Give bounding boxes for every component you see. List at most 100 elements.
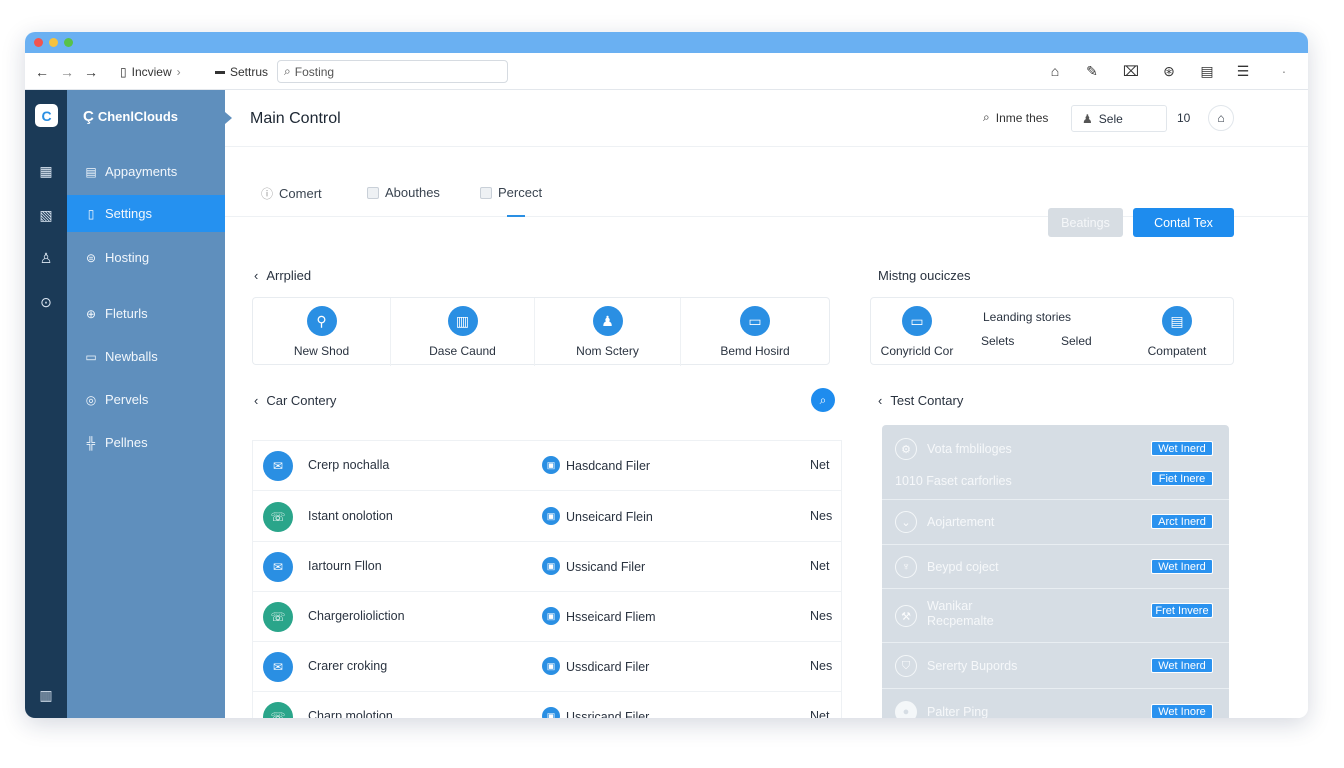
row-file-label: Ussdicard Filer [566, 660, 650, 674]
table-row[interactable]: ✉ Iartourn Fllon ▣ Ussicand Filer Net [253, 542, 841, 592]
image-icon: ▣ [542, 557, 560, 575]
sidebar-item-settings[interactable]: ▯ Settings [67, 195, 225, 232]
list-item[interactable]: ⌄ Aojartement Arct Inerd [882, 500, 1229, 545]
row-file-label: Ussicand Filer [566, 560, 646, 574]
search-icon[interactable]: ⊙ [37, 293, 55, 311]
collapse-arrow-icon[interactable] [225, 112, 232, 124]
image-icon: ▣ [542, 456, 560, 474]
sidebar-item-newballs[interactable]: ▭ Newballs [67, 338, 225, 375]
minimize-dot-icon[interactable] [49, 38, 58, 47]
more-icon[interactable]: · [1275, 62, 1293, 80]
table-row[interactable]: ✉ Crerp nochalla ▣ Hasdcand Filer Net [253, 441, 841, 491]
list-item[interactable]: ● Palter Ping Wet Inore [882, 689, 1229, 718]
sidebar-item-fleturls[interactable]: ⊕ Fleturls [67, 295, 225, 332]
tab-percect[interactable]: Percect [480, 185, 542, 200]
chat-icon: ✉ [263, 451, 293, 481]
columns-icon: ▥ [447, 306, 478, 336]
section-title: Test Contary [890, 393, 964, 408]
sidebar-item-label: Appayments [105, 164, 178, 179]
user-selector[interactable]: ♟ Sele [1071, 105, 1167, 132]
table-row[interactable]: ☏ Charp molotion ▣ Ussricand Filer Net [253, 692, 841, 718]
item-title: Vota fmbliloges [927, 442, 1012, 456]
image-icon[interactable]: ▧ [37, 206, 55, 224]
table-row[interactable]: ✉ Crarer croking ▣ Ussdicard Filer Nes [253, 642, 841, 692]
item-badge[interactable]: Wet Inerd [1151, 441, 1213, 456]
checkbox[interactable] [480, 186, 492, 199]
user-icon[interactable]: ♙ [37, 249, 55, 267]
item-badge[interactable]: Wet Inore [1151, 704, 1213, 718]
row-name: Chargerolioliction [308, 609, 405, 623]
grid-icon: ╬ [86, 435, 96, 450]
item-badge[interactable]: Fret Invere [1151, 603, 1213, 618]
lock-icon[interactable]: ⌧ [1122, 62, 1140, 80]
list-item[interactable]: ⚙ Vota fmbliloges Wet Inerd 1010 Faset c… [882, 425, 1229, 500]
card-compatent[interactable]: ▤ Compatent [1121, 298, 1233, 366]
list-item[interactable]: ⛉ Sererty Bupords Wet Inerd [882, 643, 1229, 689]
tab-comert[interactable]: ⓘ Comert [261, 185, 322, 202]
lock-icon[interactable]: ⌂ [1208, 105, 1234, 131]
item-badge[interactable]: Wet Inerd [1151, 658, 1213, 673]
doc-icon: ▯ [87, 206, 95, 221]
sidebar-item-pellnes[interactable]: ╬ Pellnes [67, 424, 225, 461]
globe-icon[interactable]: ⊛ [1160, 62, 1178, 80]
forward2-icon[interactable]: → [84, 53, 98, 90]
row-file-label: Hsseicard Fliem [566, 610, 656, 624]
chat-icon: ✉ [263, 652, 293, 682]
sidebar-item-label: Hosting [105, 250, 150, 265]
primary-button[interactable]: Contal Tex [1133, 208, 1234, 237]
menu-icon[interactable]: ☰ [1234, 62, 1252, 80]
card-conyricld-cor[interactable]: ▭ Conyricld Cor [871, 298, 963, 366]
row-name: Crerp nochalla [308, 458, 390, 472]
chevron-down-icon: ⌄ [895, 511, 917, 533]
main-content: Main Control ⌕ Inme thes ♟ Sele 10 ⌂ ⓘ C… [225, 90, 1308, 718]
calendar-icon[interactable]: ▦ [37, 162, 55, 180]
header-search[interactable]: ⌕ Inme thes [983, 110, 1048, 125]
card-bemd-hosird[interactable]: ▭ Bemd Hosird [681, 298, 829, 366]
window-icon: ▭ [902, 306, 932, 336]
sidebar-item-hosting[interactable]: ⊜ Hosting [67, 239, 225, 276]
section-test-contary-title: ‹ Test Contary [878, 393, 963, 408]
app-logo-icon[interactable]: C [35, 104, 58, 127]
calendar-icon: ▤ [85, 164, 97, 179]
maximize-dot-icon[interactable] [64, 38, 73, 47]
close-dot-icon[interactable] [34, 38, 43, 47]
document-icon[interactable]: ▤ [1198, 62, 1216, 80]
card-label: New Shod [293, 344, 350, 358]
chevron-left-icon[interactable]: ‹ [254, 393, 258, 408]
item-badge[interactable]: Fiet Inere [1151, 471, 1213, 486]
tab-incview[interactable]: ▯ Incview › [120, 53, 181, 90]
forward-icon[interactable]: → [60, 53, 74, 90]
card-dase-caund[interactable]: ▥ Dase Caund [391, 298, 535, 366]
card-nom-sctery[interactable]: ♟ Nom Sctery [535, 298, 681, 366]
tab-settrus[interactable]: ▬ Settrus [215, 53, 268, 90]
section-title: Mistng ouciczes [878, 268, 971, 283]
sidebar-item-pervels[interactable]: ◎ Pervels [67, 381, 225, 418]
pen-icon[interactable]: ✎ [1083, 62, 1101, 80]
list-item[interactable]: ⚒ Wanikar Recpemalte Fret Invere [882, 589, 1229, 643]
selets-label[interactable]: Selets [981, 334, 1014, 348]
apps-icon[interactable]: ▥ [37, 686, 55, 704]
table-row[interactable]: ☏ Istant onolotion ▣ Unseicard Flein Nes [253, 492, 841, 542]
item-badge[interactable]: Arct Inerd [1151, 514, 1213, 529]
home-icon[interactable]: ⌂ [1046, 62, 1064, 80]
browser-toolbar: ← → → ▯ Incview › ▬ Settrus ⌕ Fosting ⌂ … [25, 53, 1308, 90]
section-title: Car Contery [266, 393, 337, 408]
address-bar[interactable]: ⌕ Fosting [277, 60, 508, 83]
card-new-shod[interactable]: ⚲ New Shod [253, 298, 391, 366]
brand[interactable]: Ç ChenlClouds [83, 108, 178, 125]
item-badge[interactable]: Wet Inerd [1151, 559, 1213, 574]
table-row[interactable]: ☏ Chargerolioliction ▣ Hsseicard Fliem Ne… [253, 592, 841, 642]
row-status: Nes [810, 509, 833, 523]
chevron-left-icon[interactable]: ‹ [254, 268, 258, 283]
tab-abouthes[interactable]: Abouthes [367, 185, 440, 200]
back-icon[interactable]: ← [35, 53, 49, 90]
chevron-left-icon[interactable]: ‹ [878, 393, 882, 408]
search-icon[interactable]: ⌕ [811, 388, 835, 412]
checkbox[interactable] [367, 186, 379, 199]
sidebar-item-label: Fleturls [105, 306, 148, 321]
row-file-label: Hasdcand Filer [566, 459, 651, 473]
sidebar-item-appayments[interactable]: ▤ Appayments [67, 153, 225, 190]
secondary-button[interactable]: Beatings [1048, 208, 1123, 237]
list-item[interactable]: ♆ Beypd coject Wet Inerd [882, 545, 1229, 589]
seled-label[interactable]: Seled [1061, 334, 1092, 348]
